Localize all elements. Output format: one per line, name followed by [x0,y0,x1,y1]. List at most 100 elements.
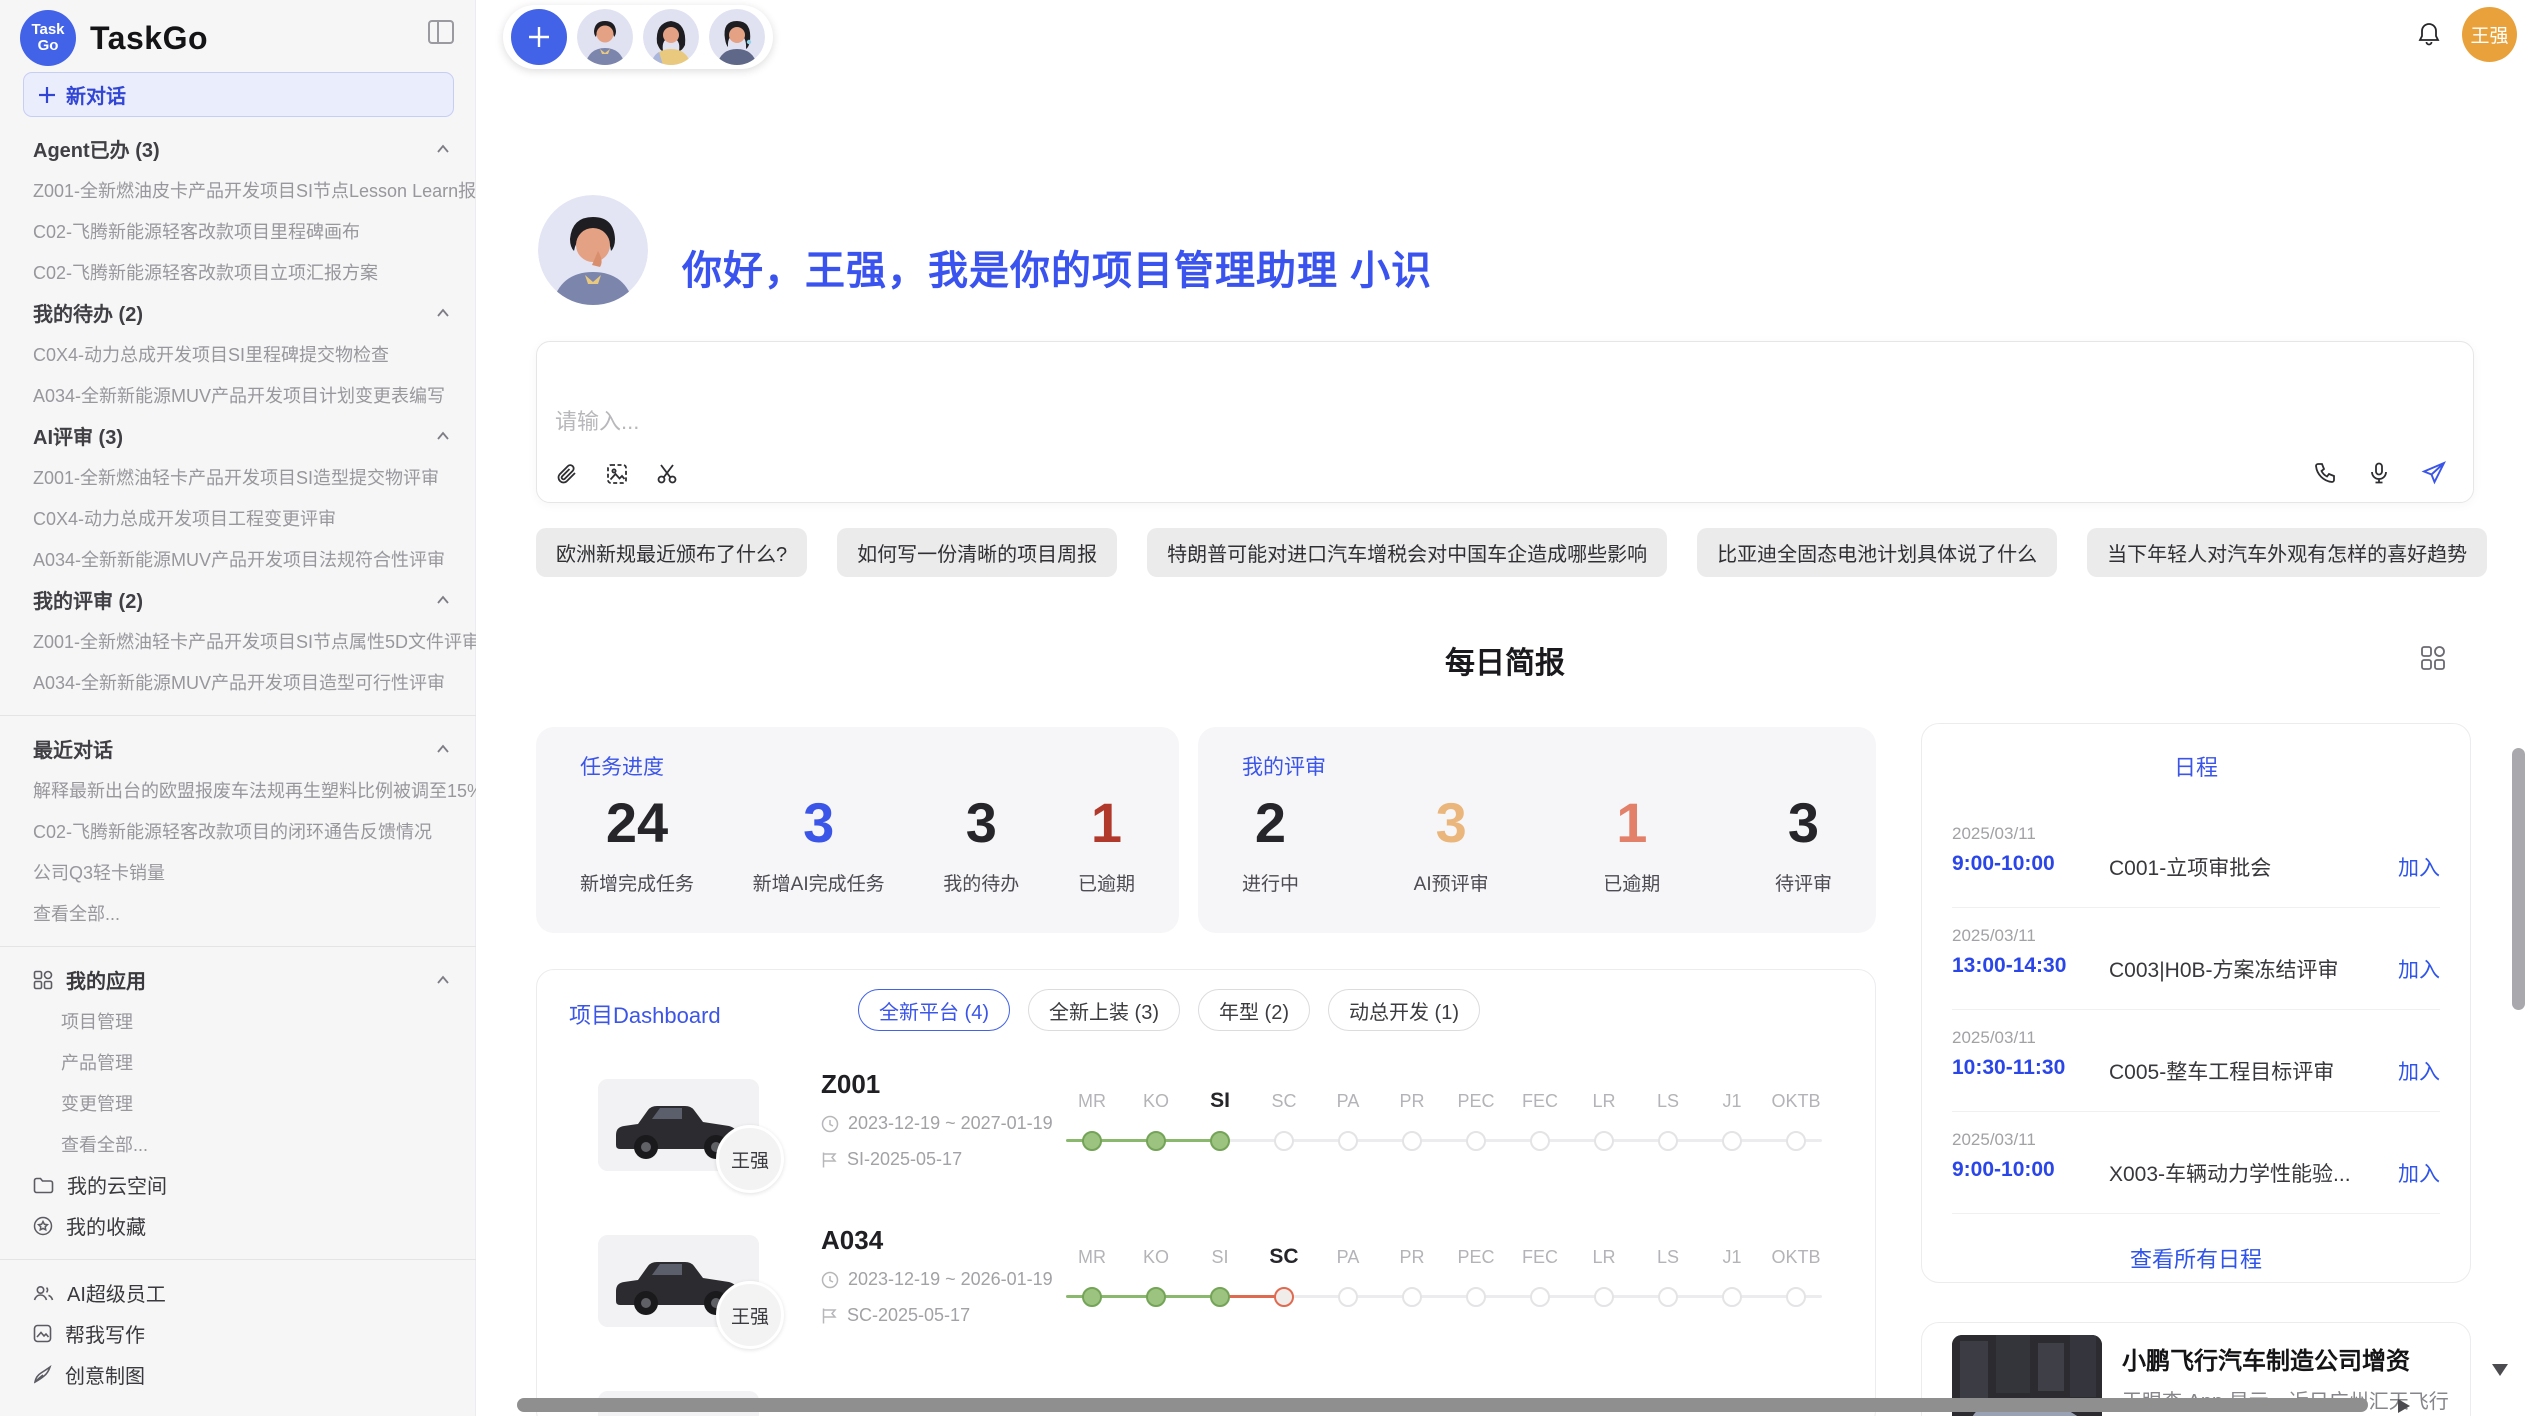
sidebar-item[interactable]: Z001-全新燃油轻卡产品开发项目SI节点属性5D文件评审 [0,620,476,661]
scissors-icon[interactable] [655,462,679,486]
people-icon [33,1284,54,1302]
sidebar-item[interactable]: A034-全新新能源MUV产品开发项目计划变更表编写 [0,374,476,415]
schedule-title: 日程 [1922,750,2470,782]
send-icon[interactable] [2421,460,2447,486]
milestone-node [1338,1287,1358,1307]
add-agent-button[interactable] [511,9,567,65]
agent-avatar[interactable] [577,9,633,65]
milestone-node [1786,1287,1806,1307]
sidebar-section-my-apps[interactable]: 我的应用 [0,959,476,1000]
stat-label: 进行中 [1242,869,1299,896]
milestone-label: PEC [1444,1245,1508,1269]
phone-icon[interactable] [2313,461,2337,485]
sidebar-section-agent-done[interactable]: Agent已办 (3) [0,128,476,169]
recent-chat-view-all[interactable]: 查看全部... [0,892,476,933]
sidebar-item[interactable]: Z001-全新燃油轻卡产品开发项目SI造型提交物评审 [0,456,476,497]
suggestion-chip[interactable]: 欧洲新规最近颁布了什么? [536,528,807,577]
sidebar-item[interactable]: C02-飞腾新能源轻客改款项目立项汇报方案 [0,251,476,292]
sidebar-item[interactable]: A034-全新新能源MUV产品开发项目法规符合性评审 [0,538,476,579]
new-chat-label: 新对话 [66,80,126,109]
sidebar-section-my-review[interactable]: 我的评审 (2) [0,579,476,620]
join-button[interactable]: 加入 [2398,1158,2440,1188]
project-code: Z001 [821,1069,880,1100]
suggestion-chip[interactable]: 比亚迪全固态电池计划具体说了什么 [1697,528,2057,577]
event-time: 10:30-11:30 [1952,1056,2065,1080]
milestone-node [1210,1287,1230,1307]
sidebar-item[interactable]: C02-飞腾新能源轻客改款项目里程碑画布 [0,210,476,251]
scroll-right-arrow[interactable] [2398,1399,2410,1413]
join-button[interactable]: 加入 [2398,852,2440,882]
app-item-view-all[interactable]: 查看全部... [0,1123,476,1164]
stat: 3 我的待办 [943,791,1019,896]
milestone-label: OKTB [1764,1089,1828,1113]
sidebar-section-ai-review[interactable]: AI评审 (3) [0,415,476,456]
app-item-project-mgmt[interactable]: 项目管理 [0,1000,476,1041]
recent-chat-item[interactable]: 公司Q3轻卡销量 [0,851,476,892]
chevron-up-icon [436,744,450,754]
milestone-label: LS [1636,1089,1700,1113]
sidebar-item-help-me-write[interactable]: 帮我写作 [0,1313,476,1354]
sidebar-item[interactable]: Z001-全新燃油皮卡产品开发项目SI节点Lesson Learn报告 [0,169,476,210]
milestone-label: LS [1636,1245,1700,1269]
tab-model-year[interactable]: 年型 (2) [1198,989,1310,1031]
schedule-event: 2025/03/11 9:00-10:00 X003-车辆动力学性能验... 加… [1952,1130,2440,1222]
project-row[interactable]: 王强 A034 2023-12-19 ~ 2026-01-19 SC-2025-… [537,1215,1875,1371]
stat: 2 进行中 [1242,791,1299,896]
sidebar-section-recent-chats[interactable]: 最近对话 [0,728,476,769]
suggestion-chip[interactable]: 如何写一份清晰的项目周报 [837,528,1117,577]
sidebar-item[interactable]: C0X4-动力总成开发项目SI里程碑提交物检查 [0,333,476,374]
tab-powertrain-dev[interactable]: 动总开发 (1) [1328,989,1480,1031]
notification-bell-icon[interactable] [2415,20,2443,48]
suggestion-chip[interactable]: 特朗普可能对进口汽车增税会对中国车企造成哪些影响 [1147,528,1667,577]
horizontal-scrollbar[interactable] [517,1398,2368,1412]
suggestion-chip[interactable]: 当下年轻人对汽车外观有怎样的喜好趋势 [2087,528,2487,577]
project-dates: 2023-12-19 ~ 2027-01-19 [821,1113,1053,1134]
chat-composer[interactable]: 请输入... [536,341,2474,503]
sidebar-item[interactable]: A034-全新新能源MUV产品开发项目造型可行性评审 [0,661,476,702]
app-item-change-mgmt[interactable]: 变更管理 [0,1082,476,1123]
agent-avatar[interactable] [709,9,765,65]
star-badge-icon [33,1216,53,1236]
milestone-label: PA [1316,1089,1380,1113]
divider [0,1246,476,1272]
plus-icon [526,24,552,50]
tab-all-new-platform[interactable]: 全新平台 (4) [858,989,1010,1031]
agent-avatar-pill [503,5,773,69]
sidebar-item-cloud-space[interactable]: 我的云空间 [0,1164,476,1205]
recent-chat-item[interactable]: 解释最新出台的欧盟报废车法规再生塑料比例被调至15%... [0,769,476,810]
agent-avatar[interactable] [643,9,699,65]
microphone-icon[interactable] [2367,461,2391,485]
news-title: 小鹏飞行汽车制造公司增资 [2122,1341,2410,1376]
image-icon[interactable] [605,462,629,486]
divider [1952,907,2440,908]
attachment-icon[interactable] [555,462,579,486]
view-all-schedule-link[interactable]: 查看所有日程 [1922,1242,2470,1274]
stat-value: 3 [943,791,1019,855]
stat-label: 我的待办 [943,869,1019,896]
user-avatar[interactable]: 王强 [2462,7,2517,62]
vertical-scrollbar[interactable] [2512,748,2525,1010]
chevron-up-icon [436,975,450,985]
sidebar-item-ai-super-staff[interactable]: AI超级员工 [0,1272,476,1313]
sidebar-item[interactable]: C0X4-动力总成开发项目工程变更评审 [0,497,476,538]
dashboard-title: 项目Dashboard [569,998,721,1030]
cloud-space-label: 我的云空间 [67,1170,167,1199]
milestone-node [1210,1131,1230,1151]
sidebar-collapse-icon[interactable] [428,20,454,44]
join-button[interactable]: 加入 [2398,954,2440,984]
divider [1952,1213,2440,1214]
recent-chat-item[interactable]: C02-飞腾新能源轻客改款项目的闭环通告反馈情况 [0,810,476,851]
stat: 1 已逾期 [1603,791,1660,896]
sidebar-item-creative-drawing[interactable]: 创意制图 [0,1354,476,1395]
tab-all-new-body[interactable]: 全新上装 (3) [1028,989,1180,1031]
stat: 3 新增AI完成任务 [753,791,885,896]
project-row[interactable]: 王强 Z001 2023-12-19 ~ 2027-01-19 SI-2025-… [537,1059,1875,1215]
sidebar-section-my-todo[interactable]: 我的待办 (2) [0,292,476,333]
layout-grid-icon[interactable] [2420,645,2446,671]
join-button[interactable]: 加入 [2398,1056,2440,1086]
milestone-label: KO [1124,1089,1188,1113]
app-item-product-mgmt[interactable]: 产品管理 [0,1041,476,1082]
scroll-down-arrow[interactable] [2492,1364,2508,1376]
sidebar-item-favorites[interactable]: 我的收藏 [0,1205,476,1246]
new-chat-button[interactable]: 新对话 [23,72,454,117]
